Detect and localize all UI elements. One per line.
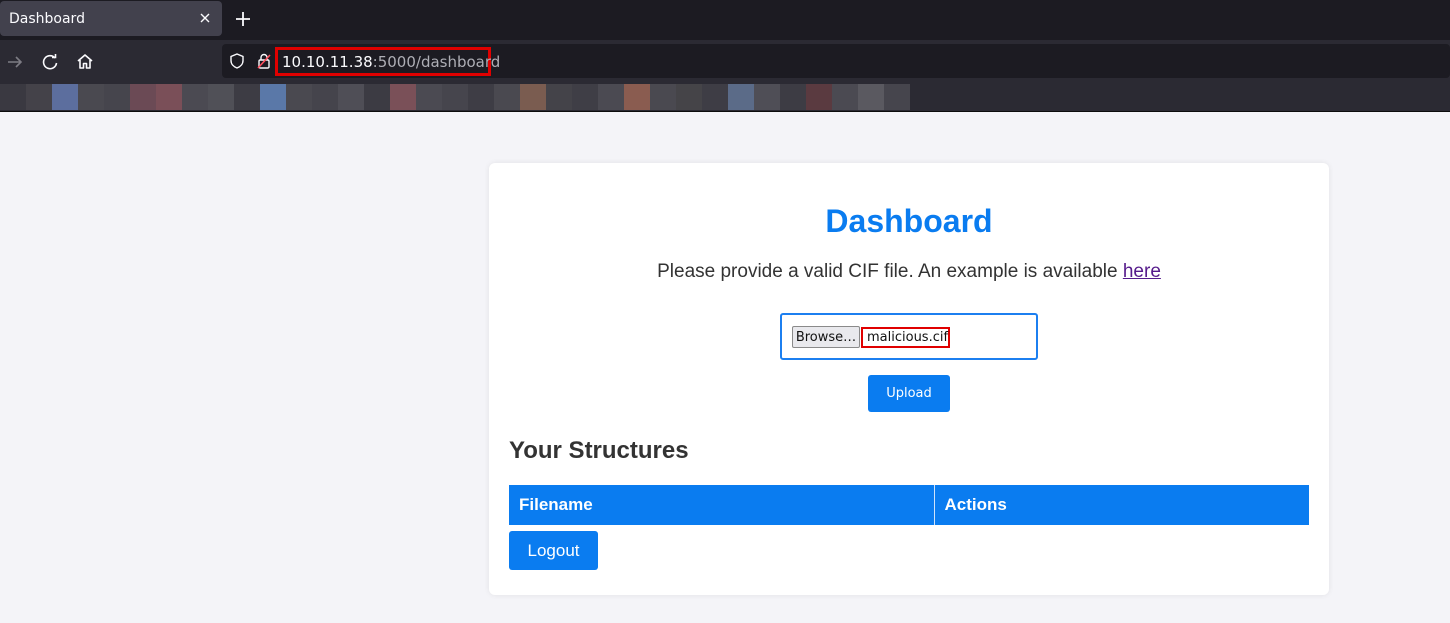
blurred-bookmark (806, 84, 832, 110)
blurred-bookmark (442, 84, 468, 110)
dashboard-card: Dashboard Please provide a valid CIF fil… (489, 163, 1329, 595)
insecure-lock-icon[interactable] (255, 52, 273, 70)
forward-arrow-icon[interactable] (4, 51, 26, 73)
blurred-bookmark (546, 84, 572, 110)
blurred-bookmark (416, 84, 442, 110)
url-text[interactable]: 10.10.11.38:5000/dashboard (282, 53, 500, 71)
blurred-bookmark (390, 84, 416, 110)
example-link[interactable]: here (1123, 261, 1161, 282)
blurred-bookmark (572, 84, 598, 110)
file-input[interactable]: Browse… malicious.cif (780, 313, 1038, 360)
logout-button[interactable]: Logout (509, 531, 598, 570)
blurred-bookmark (494, 84, 520, 110)
blurred-bookmark (650, 84, 676, 110)
close-icon[interactable] (196, 9, 214, 27)
blurred-bookmark (0, 84, 26, 110)
url-path: :5000/dashboard (372, 53, 501, 71)
new-tab-icon[interactable] (232, 8, 254, 30)
intro-sentence: Please provide a valid CIF file. An exam… (657, 261, 1123, 282)
blurred-bookmark (234, 84, 260, 110)
blurred-bookmark (156, 84, 182, 110)
page-body: Dashboard Please provide a valid CIF fil… (0, 113, 1450, 623)
column-header-filename: Filename (509, 485, 934, 525)
blurred-bookmark (208, 84, 234, 110)
blurred-bookmark (780, 84, 806, 110)
blurred-bookmark (338, 84, 364, 110)
selected-filename: malicious.cif (861, 327, 950, 348)
blurred-bookmark (884, 84, 910, 110)
home-icon[interactable] (74, 51, 96, 73)
intro-text: Please provide a valid CIF file. An exam… (489, 261, 1329, 283)
column-header-actions: Actions (933, 485, 1309, 525)
url-host: 10.10.11.38 (282, 53, 373, 71)
blurred-bookmark (182, 84, 208, 110)
blurred-bookmark (312, 84, 338, 110)
blurred-bookmarks (0, 84, 910, 110)
blurred-bookmark (364, 84, 390, 110)
navigation-toolbar: 10.10.11.38:5000/dashboard (0, 40, 1450, 84)
blurred-bookmark (676, 84, 702, 110)
blurred-bookmark (52, 84, 78, 110)
blurred-bookmark (26, 84, 52, 110)
bookmarks-toolbar (0, 84, 1450, 112)
blurred-bookmark (858, 84, 884, 110)
blurred-bookmark (130, 84, 156, 110)
blurred-bookmark (624, 84, 650, 110)
structures-table: Filename Actions (509, 485, 1309, 525)
upload-button[interactable]: Upload (868, 375, 950, 412)
blurred-bookmark (598, 84, 624, 110)
browse-button[interactable]: Browse… (792, 326, 860, 348)
blurred-bookmark (260, 84, 286, 110)
blurred-bookmark (832, 84, 858, 110)
browser-tab[interactable]: Dashboard (0, 1, 222, 36)
url-bar[interactable]: 10.10.11.38:5000/dashboard (222, 44, 1450, 78)
tab-strip: Dashboard (0, 0, 1450, 40)
blurred-bookmark (520, 84, 546, 110)
blurred-bookmark (754, 84, 780, 110)
tab-title: Dashboard (9, 10, 85, 27)
blurred-bookmark (78, 84, 104, 110)
blurred-bookmark (468, 84, 494, 110)
blurred-bookmark (286, 84, 312, 110)
reload-icon[interactable] (39, 51, 61, 73)
blurred-bookmark (702, 84, 728, 110)
structures-heading: Your Structures (509, 437, 689, 464)
blurred-bookmark (728, 84, 754, 110)
blurred-bookmark (104, 84, 130, 110)
table-header-row: Filename Actions (509, 485, 1309, 525)
shield-icon[interactable] (228, 52, 246, 70)
page-title: Dashboard (825, 203, 993, 239)
